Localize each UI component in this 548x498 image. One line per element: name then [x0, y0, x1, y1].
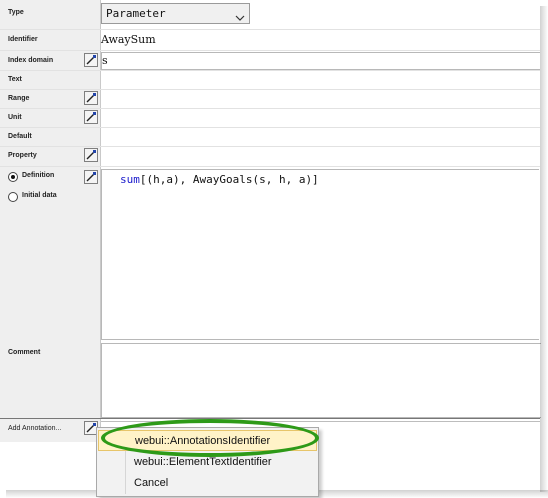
window-shadow	[540, 6, 548, 492]
property-field[interactable]	[101, 147, 540, 164]
wizard-wand-icon	[86, 172, 96, 182]
range-field[interactable]	[101, 90, 540, 107]
attribute-form: Type Parameter Identifier AwaySum Index …	[0, 0, 541, 490]
comment-editor[interactable]	[101, 343, 541, 418]
wizard-wand-icon	[86, 55, 96, 65]
label-property: Property	[8, 152, 37, 159]
unit-field[interactable]	[101, 109, 540, 126]
definition-expression: [(h,a), AwayGoals(s, h, a)]	[139, 173, 319, 186]
menu-item-label: Cancel	[134, 477, 169, 489]
row-separator	[0, 166, 540, 167]
unit-wizard-button[interactable]	[84, 110, 98, 124]
label-unit: Unit	[8, 114, 22, 121]
menu-item-label: webui::AnnotationsIdentifier	[135, 435, 271, 447]
menu-item-cancel[interactable]: Cancel	[98, 473, 317, 494]
wizard-wand-icon	[86, 150, 96, 160]
label-identifier: Identifier	[8, 36, 38, 43]
type-select[interactable]: Parameter	[101, 3, 250, 24]
definition-code: sum[(h,a), AwayGoals(s, h, a)]	[120, 173, 319, 186]
annotation-context-menu: webui::AnnotationsIdentifier webui::Elem…	[96, 427, 319, 497]
row-separator	[0, 50, 540, 51]
wizard-wand-icon	[86, 112, 96, 122]
range-wizard-button[interactable]	[84, 91, 98, 105]
row-separator	[0, 29, 540, 30]
label-text: Text	[8, 76, 22, 83]
menu-item-element-text-identifier[interactable]: webui::ElementTextIdentifier	[98, 452, 317, 473]
label-index-domain: Index domain	[8, 57, 54, 64]
definition-radio[interactable]	[8, 172, 18, 182]
index-domain-field[interactable]: s	[101, 52, 540, 70]
label-comment: Comment	[8, 349, 41, 356]
menu-item-label: webui::ElementTextIdentifier	[134, 456, 272, 468]
text-field[interactable]	[101, 71, 540, 88]
section-divider	[0, 418, 540, 419]
chevron-down-icon	[235, 9, 245, 27]
index-domain-wizard-button[interactable]	[84, 53, 98, 67]
property-wizard-button[interactable]	[84, 148, 98, 162]
menu-item-annotations-identifier[interactable]: webui::AnnotationsIdentifier	[98, 430, 317, 451]
label-initial-data: Initial data	[22, 192, 57, 199]
label-definition: Definition	[22, 172, 55, 179]
radio-selected-dot	[11, 175, 15, 179]
type-select-value: Parameter	[106, 7, 166, 20]
label-add-annotation: Add Annotation...	[8, 425, 62, 432]
identifier-field[interactable]: AwaySum	[101, 31, 540, 48]
definition-wizard-button[interactable]	[84, 170, 98, 184]
initial-data-radio[interactable]	[8, 192, 18, 202]
label-range: Range	[8, 95, 30, 102]
definition-editor[interactable]: sum[(h,a), AwayGoals(s, h, a)]	[101, 169, 539, 340]
default-field[interactable]	[101, 128, 540, 145]
label-default: Default	[8, 133, 32, 140]
wizard-wand-icon	[86, 93, 96, 103]
label-type: Type	[8, 9, 24, 16]
definition-keyword: sum	[120, 173, 140, 186]
